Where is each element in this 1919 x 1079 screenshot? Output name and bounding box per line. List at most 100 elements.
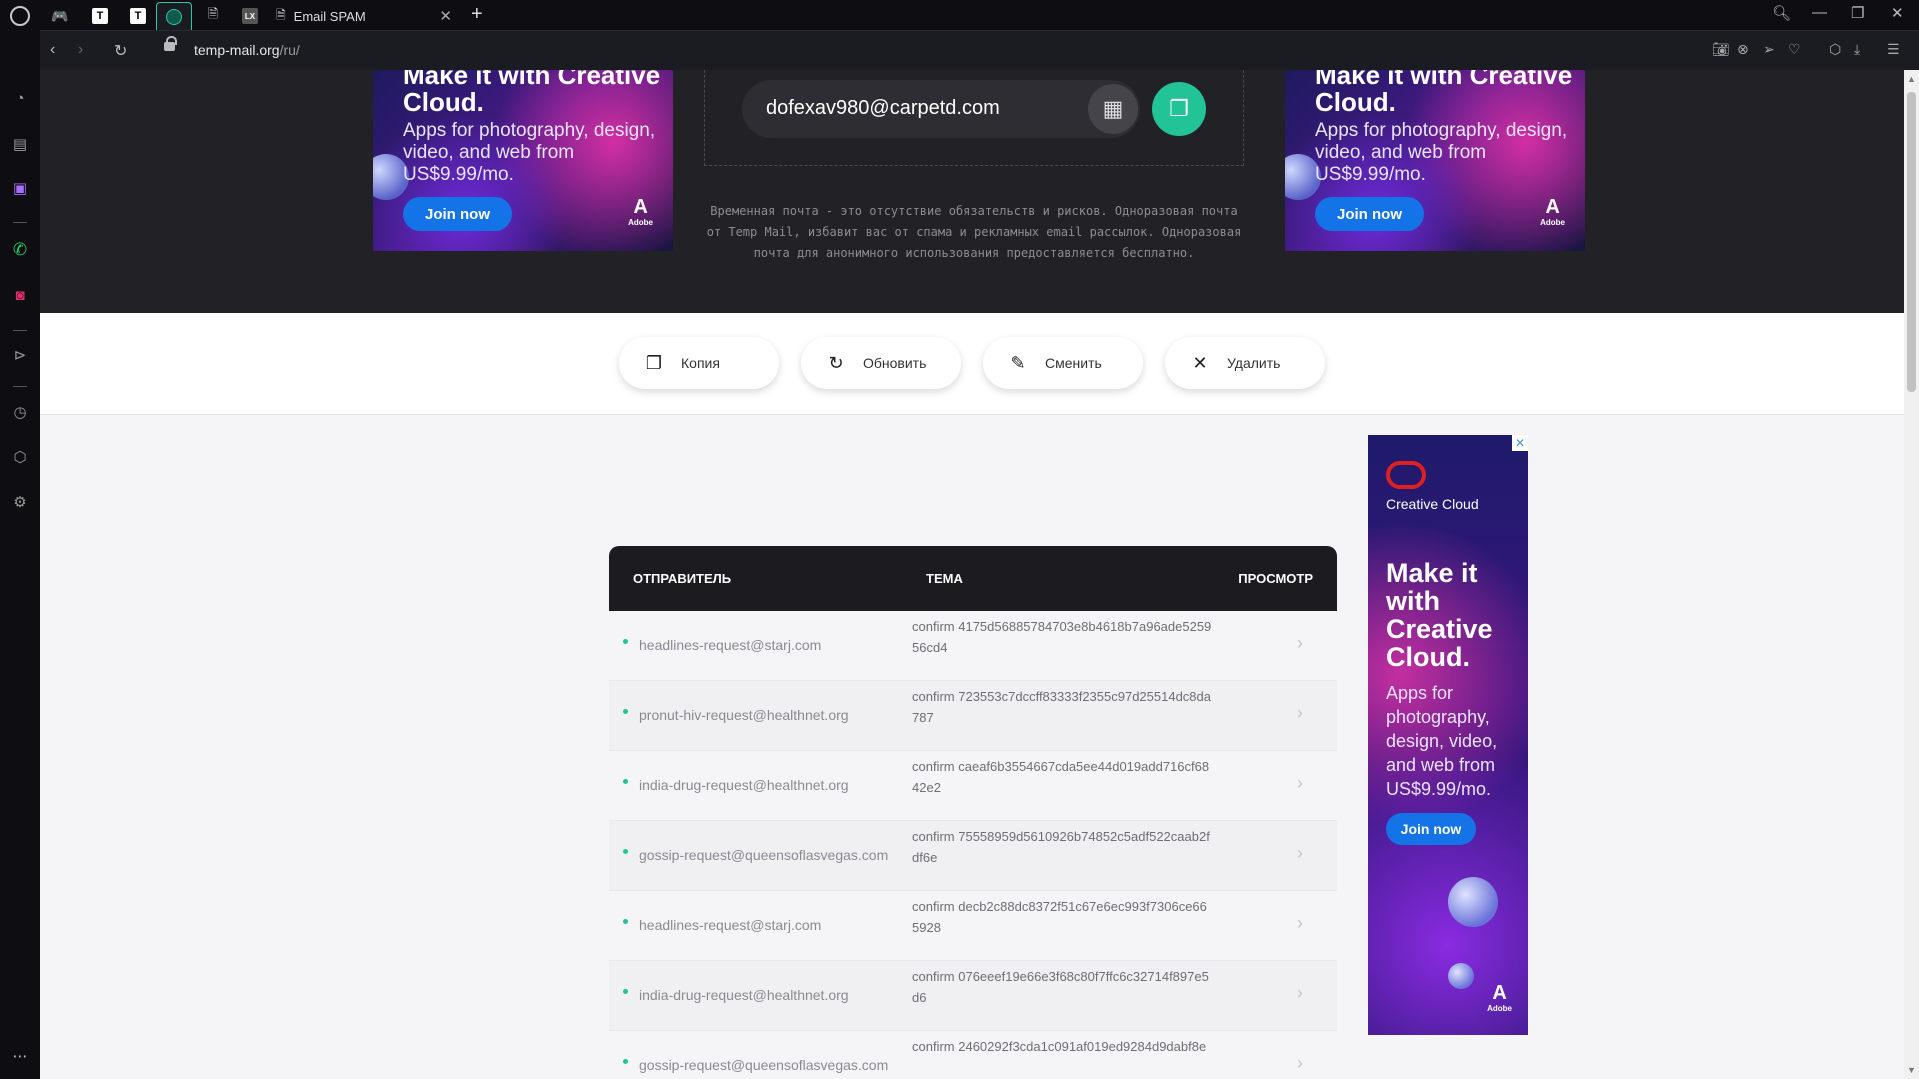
table-row[interactable]: pronut-hiv-request@healthnet.org confirm …: [609, 681, 1337, 751]
copy-email-button[interactable]: ❐: [1152, 82, 1206, 136]
heart-icon[interactable]: ♡: [1788, 41, 1801, 58]
back-icon[interactable]: ‹: [50, 41, 55, 59]
tab-gamepad[interactable]: 🎮: [46, 2, 74, 30]
ad-subtext: Apps for photography, design, video, and…: [403, 120, 656, 185]
table-row[interactable]: india-drug-request@healthnet.org confirm …: [609, 751, 1337, 821]
tab-t-1[interactable]: T: [86, 2, 114, 30]
chevron-right-icon[interactable]: ›: [1297, 983, 1303, 1004]
adblock-icon[interactable]: ⊗: [1737, 41, 1749, 58]
ad-banner-vertical[interactable]: ✕ Creative Cloud Make it with Creative C…: [1368, 435, 1528, 1035]
adobe-logo-text: Adobe: [1487, 1004, 1512, 1013]
page-scrollbar[interactable]: ▲ ▼: [1904, 70, 1919, 1079]
refresh-icon: ↻: [828, 352, 844, 373]
unread-dot-icon: [623, 849, 628, 854]
qr-code-icon[interactable]: ▦: [1088, 84, 1138, 134]
menu-icon[interactable]: ☰: [1887, 41, 1900, 58]
settings-icon[interactable]: ⚙: [10, 492, 30, 512]
tab-temp-mail[interactable]: [156, 2, 192, 30]
delete-button[interactable]: ✕ Удалить: [1165, 337, 1325, 389]
email-subject: confirm 75558959d5610926b74852c5adf522ca…: [912, 829, 1210, 865]
email-subject: confirm 4175d56885784703e8b4618b7a96ade5…: [912, 619, 1212, 655]
ad-headline: Make it with Creative Cloud.: [1386, 558, 1493, 672]
table-row[interactable]: headlines-request@starj.com confirm decb2…: [609, 891, 1337, 961]
ad-subtext: Apps for photography, design, video, and…: [1315, 120, 1568, 185]
table-row[interactable]: headlines-request@starj.com confirm 4175d…: [609, 611, 1337, 681]
change-button[interactable]: ✎ Сменить: [983, 337, 1143, 389]
change-label: Сменить: [1045, 355, 1102, 371]
chevron-right-icon[interactable]: ›: [1297, 843, 1303, 864]
service-description: Временная почта - это отсутствие обязате…: [706, 204, 1242, 260]
ad-join-button[interactable]: Join now: [403, 197, 512, 231]
document-icon: 🗎: [207, 6, 219, 21]
sidebar-separator: [13, 330, 27, 331]
scrollbar-thumb[interactable]: [1907, 92, 1916, 392]
planet-decoration: [1448, 963, 1474, 989]
email-address-field[interactable]: dofexav980@carpetd.com ▦: [742, 80, 1140, 138]
unread-dot-icon: [623, 1059, 628, 1064]
new-tab-button[interactable]: +: [471, 3, 483, 26]
planet-decoration: [1448, 877, 1498, 927]
extensions-icon[interactable]: ⬡: [10, 447, 30, 467]
chevron-right-icon[interactable]: ›: [1297, 773, 1303, 794]
lx-favicon-icon: LX: [242, 8, 258, 24]
scroll-down-icon[interactable]: ▼: [1907, 1065, 1916, 1075]
opera-logo-icon[interactable]: [10, 6, 30, 26]
close-icon[interactable]: ✕: [439, 7, 452, 25]
download-icon[interactable]: ⤓: [1854, 41, 1860, 58]
cube-icon[interactable]: ⬡: [1829, 41, 1841, 58]
player-icon[interactable]: ⊳: [10, 345, 30, 365]
adobe-logo-icon: A Adobe: [628, 197, 653, 231]
unread-dot-icon: [623, 779, 628, 784]
lock-icon: [164, 36, 177, 51]
sender-email: india-drug-request@healthnet.org: [639, 987, 849, 1003]
column-subject: ТЕМА: [926, 571, 963, 586]
unread-dot-icon: [623, 919, 628, 924]
table-row[interactable]: india-drug-request@healthnet.org confirm …: [609, 961, 1337, 1031]
tab-lx[interactable]: LX: [236, 2, 264, 30]
reload-icon[interactable]: ↻: [114, 41, 127, 61]
ad-join-button[interactable]: Join now: [1315, 197, 1424, 231]
refresh-button[interactable]: ↻ Обновить: [801, 337, 961, 389]
camera-icon[interactable]: 📷︎: [1712, 41, 1730, 58]
sender-email: gossip-request@queensoflasvegas.com: [639, 847, 889, 863]
chevron-right-icon[interactable]: ›: [1297, 913, 1303, 934]
ad-brand-name: Creative Cloud: [1386, 496, 1479, 512]
table-row[interactable]: gossip-request@queensoflasvegas.com confi…: [609, 1031, 1337, 1079]
restore-icon[interactable]: ❐: [1851, 4, 1864, 22]
close-window-icon[interactable]: ✕: [1891, 4, 1904, 22]
column-view: ПРОСМОТР: [1238, 571, 1313, 586]
ad-banner-left[interactable]: Make it with Creative Cloud. Apps for ph…: [373, 70, 673, 251]
history-icon[interactable]: ◷: [10, 402, 30, 422]
tab-document[interactable]: 🗎: [199, 2, 227, 30]
chevron-right-icon[interactable]: ›: [1297, 1053, 1303, 1074]
more-icon[interactable]: ⋯: [10, 1046, 30, 1066]
sidebar-separator: [13, 386, 27, 387]
document-icon: 🗎: [276, 7, 286, 22]
whatsapp-icon[interactable]: ✆: [10, 240, 30, 260]
url-field[interactable]: temp-mail.org/ru/: [194, 42, 300, 58]
adobe-logo-text: Adobe: [628, 218, 653, 227]
minimize-icon[interactable]: —: [1812, 4, 1827, 21]
edit-icon: ✎: [1010, 352, 1026, 373]
ad-banner-right[interactable]: Make it with Creative Cloud. Apps for ph…: [1285, 70, 1585, 251]
tab-email-spam[interactable]: 🗎 Email SPAM ✕: [268, 2, 460, 30]
forward-icon[interactable]: ›: [78, 41, 83, 59]
bag-icon[interactable]: ▤: [10, 134, 30, 154]
chevron-right-icon[interactable]: ›: [1297, 633, 1303, 654]
ad-close-icon[interactable]: ✕: [1512, 435, 1528, 451]
scroll-up-icon[interactable]: ▲: [1907, 74, 1916, 84]
ad-join-button[interactable]: Join now: [1386, 813, 1476, 845]
speed-dial-icon[interactable]: ◔: [10, 88, 30, 108]
ad-headline: Make it with Creative Cloud.: [1315, 70, 1573, 117]
copy-button[interactable]: ❐ Копия: [619, 337, 779, 389]
hero-section: Make it with Creative Cloud. Apps for ph…: [40, 70, 1904, 313]
instagram-icon[interactable]: ◙: [10, 285, 30, 305]
address-bar: ‹ › ↻ temp-mail.org/ru/ 📷︎ ⊗ ➢ ♡ ⬡ ⤓ ☰: [40, 30, 1919, 70]
search-icon[interactable]: 🔍︎: [1772, 4, 1791, 22]
chevron-right-icon[interactable]: ›: [1297, 703, 1303, 724]
twitch-icon[interactable]: ▣: [10, 178, 30, 198]
table-row[interactable]: gossip-request@queensoflasvegas.com confi…: [609, 821, 1337, 891]
url-host: temp-mail.org: [194, 42, 280, 58]
tab-t-2[interactable]: T: [124, 2, 152, 30]
send-icon[interactable]: ➢: [1763, 41, 1775, 58]
